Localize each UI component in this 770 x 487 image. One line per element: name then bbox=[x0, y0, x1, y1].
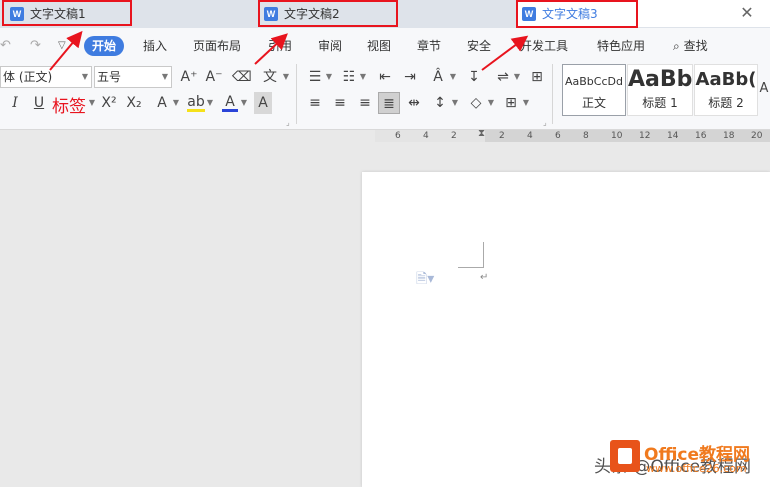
ruler-tick-label: 18 bbox=[723, 131, 735, 141]
ruler-tick-label: 6 bbox=[395, 131, 401, 141]
ruler-tick-label: 2 bbox=[451, 131, 457, 141]
ruler-tick-label: 6 bbox=[555, 131, 561, 141]
ruler-tick-label: 4 bbox=[423, 131, 429, 141]
ruler-tick-label: 2 bbox=[499, 131, 505, 141]
ruler-tick-label: 20 bbox=[751, 131, 763, 141]
arrow bbox=[481, 35, 529, 71]
paragraph-mark-icon: ↵ bbox=[480, 272, 489, 283]
ruler-tick-label: 8 bbox=[583, 131, 589, 141]
margin-corner-mark bbox=[458, 242, 484, 268]
ruler-tick-label: 12 bbox=[639, 131, 651, 141]
ruler-tick-label: 16 bbox=[695, 131, 707, 141]
ruler-margin bbox=[375, 130, 485, 142]
ruler-tick-label: 10 bbox=[611, 131, 623, 141]
watermark-url: www.office26.com bbox=[646, 462, 747, 475]
office-logo-icon bbox=[610, 440, 640, 472]
indent-marker-icon[interactable]: ⧗ bbox=[478, 128, 485, 139]
arrow bbox=[49, 30, 83, 71]
annotation-arrows bbox=[49, 30, 529, 71]
horizontal-ruler[interactable]: 6 4 2 2 4 6 8 10 12 14 16 18 20 ⧗ bbox=[375, 128, 770, 144]
ruler-tick-label: 14 bbox=[667, 131, 679, 141]
ruler-tick-label: 4 bbox=[527, 131, 533, 141]
arrow bbox=[254, 33, 288, 65]
document-icon[interactable]: 🗎▾ bbox=[416, 268, 434, 292]
watermark: 头条 @Office教程网 Office教程网 www.office26.com bbox=[594, 438, 770, 487]
